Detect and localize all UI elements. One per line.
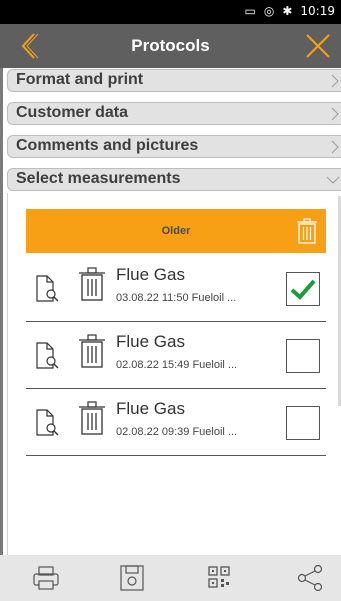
measurement-checkbox[interactable] <box>286 272 320 306</box>
view-document-icon[interactable] <box>34 342 60 370</box>
chevron-right-icon <box>331 140 339 154</box>
trash-icon[interactable] <box>78 334 106 368</box>
measurement-row[interactable]: Flue Gas 03.08.22 11:50 Fueloil ... <box>26 255 326 322</box>
bluetooth-icon: ✱ <box>282 4 293 18</box>
chevron-right-icon <box>331 107 339 121</box>
measurement-name: Flue Gas <box>116 399 185 418</box>
measurement-meta: 02.08.22 09:39 Fueloil ... <box>116 426 238 438</box>
measurement-checkbox[interactable] <box>286 406 320 440</box>
chevron-down-icon <box>326 176 340 184</box>
measurement-checkbox[interactable] <box>286 339 320 373</box>
check-icon <box>290 279 316 300</box>
measurement-row[interactable]: Flue Gas 02.08.22 15:49 Fueloil ... <box>26 322 326 389</box>
share-icon[interactable] <box>294 563 326 593</box>
status-bar: ▭ ◎ ✱ 10:19 <box>0 0 341 24</box>
left-edge-bar <box>0 68 3 555</box>
qr-code-icon[interactable] <box>203 563 235 593</box>
close-icon[interactable] <box>305 33 331 59</box>
section-select-measurements[interactable]: Select measurements <box>7 168 341 191</box>
bottom-toolbar <box>0 555 341 601</box>
view-document-icon[interactable] <box>34 409 60 437</box>
measurement-meta: 02.08.22 15:49 Fueloil ... <box>116 359 238 371</box>
section-label: Select measurements <box>16 170 181 187</box>
section-format-and-print[interactable]: Format and print <box>7 69 341 92</box>
measurement-name: Flue Gas <box>116 265 185 284</box>
save-icon[interactable] <box>116 563 148 593</box>
trash-icon[interactable] <box>78 267 106 301</box>
trash-icon[interactable] <box>296 218 318 244</box>
section-label: Format and print <box>16 71 144 88</box>
measurement-row[interactable]: Flue Gas 02.08.22 09:39 Fueloil ... <box>26 389 326 456</box>
group-label: Older <box>161 225 191 237</box>
trash-icon[interactable] <box>78 401 106 435</box>
section-customer-data[interactable]: Customer data <box>7 102 341 125</box>
group-header-older[interactable]: Older <box>26 209 326 253</box>
cast-icon: ▭ <box>244 4 256 18</box>
page-title: Protocols <box>131 36 210 55</box>
measurement-meta: 03.08.22 11:50 Fueloil ... <box>116 292 237 304</box>
app-header: Protocols <box>0 24 341 68</box>
wifi-icon: ◎ <box>263 4 275 18</box>
status-time: 10:19 <box>300 4 335 18</box>
section-comments-and-pictures[interactable]: Comments and pictures <box>7 135 341 158</box>
section-label: Comments and pictures <box>16 137 199 154</box>
section-label: Customer data <box>16 104 129 121</box>
measurement-name: Flue Gas <box>116 332 185 351</box>
chevron-right-icon <box>331 74 339 88</box>
view-document-icon[interactable] <box>34 275 60 303</box>
print-icon[interactable] <box>30 563 62 593</box>
